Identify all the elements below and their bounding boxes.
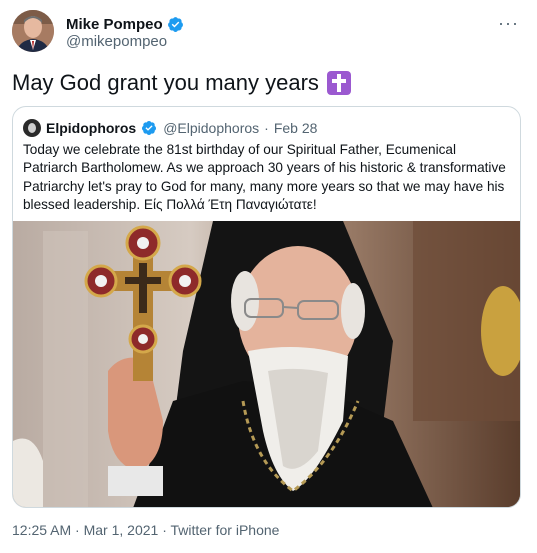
verified-badge-icon — [167, 16, 184, 33]
tweet: Mike Pompeo @mikepompeo ··· May God gran… — [0, 0, 537, 553]
quoted-author-avatar — [23, 119, 41, 137]
author-avatar[interactable] — [12, 10, 54, 52]
tweet-text: May God grant you many years — [12, 70, 351, 96]
separator-dot: · — [264, 120, 269, 136]
more-options-icon[interactable]: ··· — [498, 14, 519, 32]
author-name[interactable]: Mike Pompeo — [66, 16, 163, 33]
latin-cross-emoji — [326, 71, 351, 95]
quoted-author-handle: @Elpidophoros — [163, 120, 260, 136]
tweet-metadata[interactable]: 12:25 AM · Mar 1, 2021 · Twitter for iPh… — [12, 522, 279, 538]
tweet-text-content: May God grant you many years — [12, 70, 319, 95]
quoted-tweet-photo[interactable] — [13, 221, 520, 507]
quoted-tweet-text: Today we celebrate the 81st birthday of … — [23, 142, 506, 212]
verified-badge-icon — [141, 120, 158, 137]
quoted-tweet-header: Elpidophoros @Elpidophoros · Feb 28 — [23, 118, 317, 138]
quoted-date: Feb 28 — [273, 120, 318, 136]
quoted-author-name: Elpidophoros — [46, 120, 137, 136]
author-handle[interactable]: @mikepompeo — [66, 33, 167, 50]
quoted-tweet[interactable]: Elpidophoros @Elpidophoros · Feb 28 Toda… — [12, 106, 521, 508]
